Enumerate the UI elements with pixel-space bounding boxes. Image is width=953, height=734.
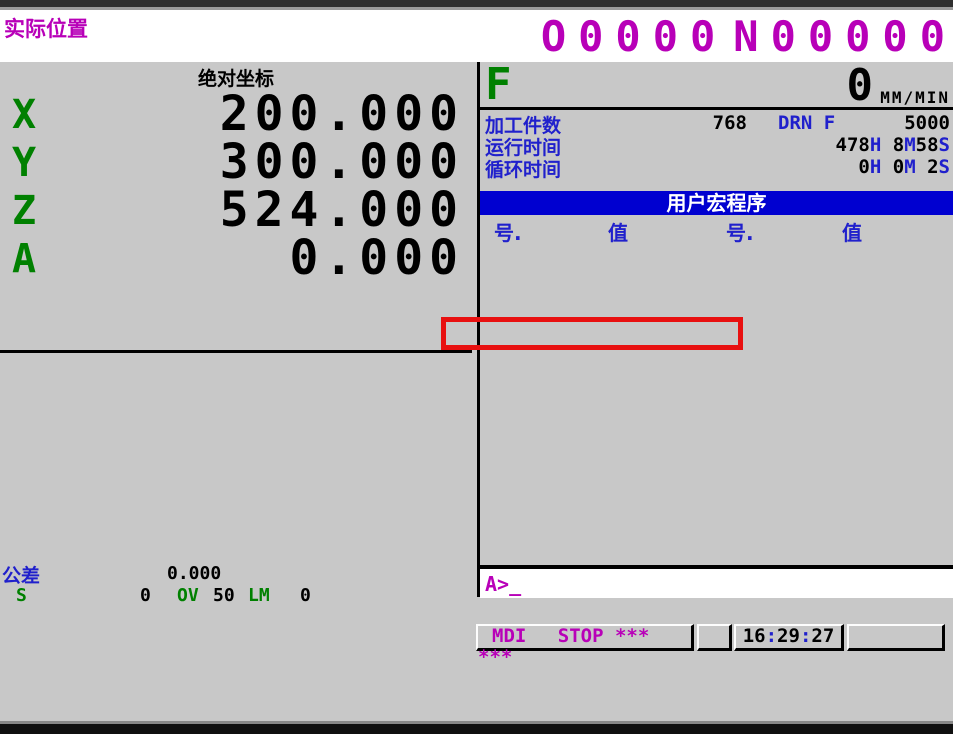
page-title: 实际位置 [4, 13, 88, 43]
macro-panel-title: 用户宏程序 [480, 191, 953, 215]
limit-value: 0 [300, 585, 311, 606]
text-part: 0 [858, 156, 869, 178]
text-part: 16 [743, 625, 766, 647]
feedrate-label: F [485, 62, 512, 108]
axis-row-a: A 0.000 [0, 234, 472, 282]
axis-row-z: Z 524.000 [0, 186, 472, 234]
text-part: S [939, 134, 950, 156]
axis-label: Z [12, 189, 36, 233]
axis-row-y: Y 300.000 [0, 138, 472, 186]
text-part: H [870, 156, 881, 178]
input-buffer-line[interactable]: A>_ [480, 569, 953, 598]
status-blank-segment [847, 624, 945, 651]
spindle-label: S [16, 585, 27, 606]
highlight-red-box [441, 317, 743, 350]
axis-value: 524.000 [220, 186, 464, 234]
status-blank-segment [697, 624, 732, 651]
col-header-value: 值 [608, 217, 628, 246]
text-part: 58 [916, 134, 939, 156]
axis-row-x: X 200.000 [0, 90, 472, 138]
text-part: : [766, 625, 777, 647]
parts-count-row: 加工件数 768 DRN F 5000 [480, 111, 953, 133]
cycle-time-value: 0H 0M 2S [858, 156, 950, 178]
text-part: 29 [777, 625, 800, 647]
feed-divider [480, 107, 953, 110]
axis-label: Y [12, 141, 36, 185]
axis-position-list: X 200.000 Y 300.000 Z 524.000 A 0.000 [0, 90, 472, 282]
parts-count-value: 768 [713, 112, 747, 134]
text-part: M [904, 134, 915, 156]
col-header-number: 号. [494, 217, 522, 246]
text-part: 0 [881, 156, 904, 178]
spindle-value: 0 [140, 585, 151, 606]
col-header-value: 值 [842, 217, 862, 246]
axis-value: 300.000 [220, 138, 464, 186]
dry-run-feed-label: DRN F [778, 112, 835, 134]
clock-segment: 16:29:27 [734, 624, 844, 651]
text-part: 478 [836, 134, 870, 156]
macro-table-headers: 号. 值 号. 值 [480, 217, 953, 241]
program-sequence-display: O0000N00000 [541, 12, 953, 61]
cycle-time-label: 循环时间 [485, 155, 561, 182]
feedrate-value: 0 [847, 64, 874, 108]
bottom-bar [0, 724, 953, 734]
tolerance-label: 公差 [2, 561, 40, 588]
text-part: 27 [811, 625, 834, 647]
text-part: : [800, 625, 811, 647]
macro-panel-titlebar: 用户宏程序 [480, 191, 953, 215]
left-panel-divider [0, 350, 472, 353]
text-part: M [904, 156, 915, 178]
text-part: S [939, 156, 950, 178]
text-part: 8 [881, 134, 904, 156]
override-value: 50 [213, 585, 235, 606]
axis-value: 200.000 [220, 90, 464, 138]
window-top-bar [0, 0, 953, 7]
input-prompt: A>_ [485, 572, 521, 596]
text-part: H [870, 134, 881, 156]
tolerance-value: 0.000 [167, 563, 221, 584]
text-part: 2 [916, 156, 939, 178]
run-time-value: 478H 8M58S [836, 134, 950, 156]
spindle-row: S 0 OV 50 LM 0 [0, 585, 472, 607]
cnc-screen: { "header": { "screen_title": "实际位置", "p… [0, 0, 953, 734]
program-number: O0000 [541, 12, 727, 61]
sequence-number: N00000 [733, 12, 953, 61]
axis-label: A [12, 237, 36, 281]
mode-indicator: MDI [492, 625, 526, 647]
limit-label: LM [248, 585, 270, 606]
override-label: OV [177, 585, 199, 606]
run-time-row: 运行时间 478H 8M58S [480, 133, 953, 155]
axis-label: X [12, 93, 36, 137]
feedrate-unit: MM/MIN [880, 88, 950, 107]
axis-value: 0.000 [290, 234, 465, 282]
col-header-number: 号. [726, 217, 754, 246]
tolerance-row: 公差 0.000 [0, 561, 472, 584]
cycle-time-row: 循环时间 0H 0M 2S [480, 155, 953, 177]
status-mode-segment: MDI STOP *** *** [476, 624, 694, 651]
dry-run-feed-value: 5000 [904, 112, 950, 134]
